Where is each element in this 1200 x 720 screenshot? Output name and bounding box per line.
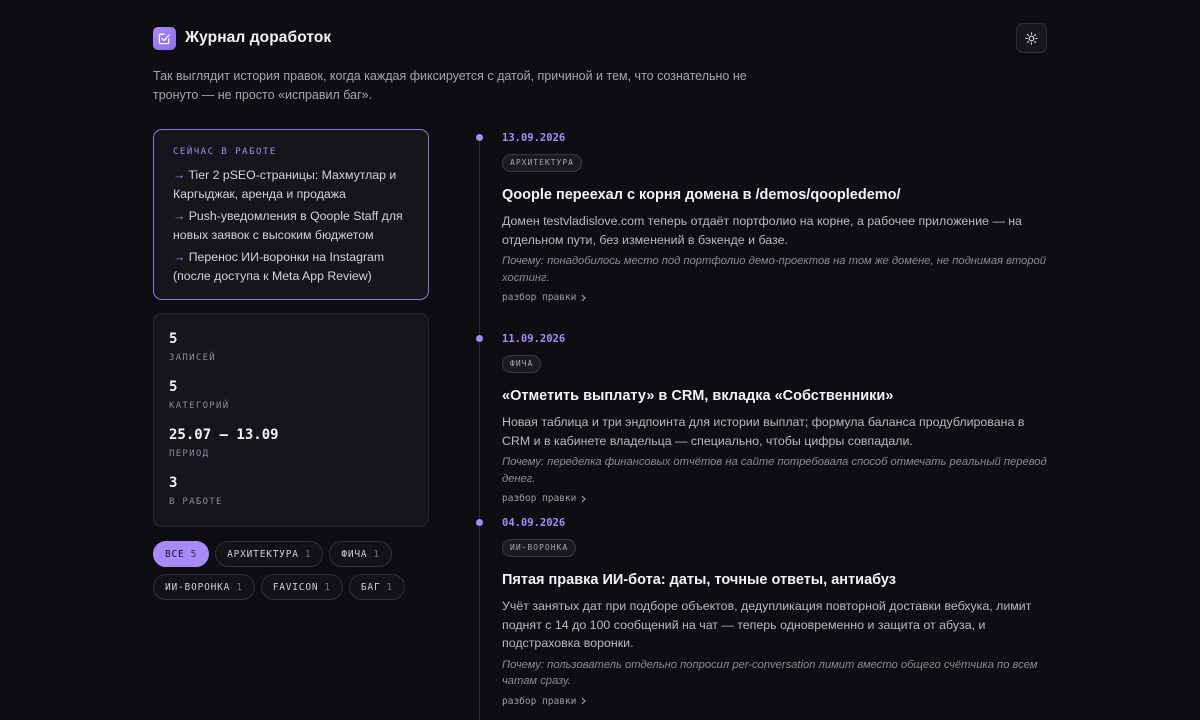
entry-tag: АРХИТЕКТУРА	[502, 154, 582, 172]
filter-count: 1	[324, 581, 331, 593]
stat-label: В РАБОТЕ	[169, 497, 223, 507]
timeline-dot	[476, 335, 483, 342]
filter-count: 1	[236, 581, 243, 593]
filter-chip-feature[interactable]: ФИЧА 1	[329, 541, 392, 567]
stat-label: ЗАПИСЕЙ	[169, 353, 217, 363]
in-progress-item: → Перенос ИИ-воронки на Instagram (после…	[173, 250, 385, 283]
entry-body: 04.09.2026 ИИ-ВОРОНКА Пятая правка ИИ-бо…	[502, 517, 1050, 709]
filter-chip-ai-funnel[interactable]: ИИ-ВОРОНКА 1	[153, 574, 255, 600]
entry-date: 13.09.2026	[502, 132, 566, 144]
intro-text: Так выглядит история правок, когда кажда…	[153, 69, 747, 102]
entry-title: Пятая правка ИИ-бота: даты, точные ответ…	[502, 572, 896, 588]
entry-details-link[interactable]: разбор правки	[502, 696, 587, 707]
stat-entries: 5 ЗАПИСЕЙ	[169, 330, 413, 363]
sun-icon	[1025, 31, 1038, 45]
page-title: Журнал доработок	[185, 29, 332, 46]
arrow-right-icon: →	[173, 168, 186, 182]
filter-chip-all[interactable]: ВСЕ 5	[153, 541, 210, 567]
entry-title: Qoople переехал с корня домена в /demos/…	[502, 187, 901, 203]
chevron-right-icon	[581, 697, 587, 705]
entry-date: 11.09.2026	[502, 333, 566, 345]
stat-period: 25.07 — 13.09 ПЕРИОД	[169, 426, 413, 459]
filter-chip-architecture[interactable]: АРХИТЕКТУРА 1	[215, 541, 324, 567]
stat-value: 5	[169, 331, 178, 347]
page: Журнал доработок Так выглядит история пр…	[0, 0, 1200, 720]
entry-reason: Почему: понадобилось место под портфолио…	[502, 255, 1046, 284]
entry-title: «Отметить выплату» в CRM, вкладка «Собст…	[502, 388, 894, 404]
stats-card: 5 ЗАПИСЕЙ 5 КАТЕГОРИЙ 25.07 — 13.09 ПЕРИ…	[153, 313, 429, 527]
entry-body: 11.09.2026 ФИЧА «Отметить выплату» в CRM…	[502, 333, 1050, 506]
in-progress-item: → Tier 2 pSEO-страницы: Махмутлар и Карг…	[173, 168, 397, 201]
filter-chip-bug[interactable]: БАГ 1	[348, 574, 405, 600]
entry-details-link[interactable]: разбор правки	[502, 292, 587, 303]
filter-chip-favicon[interactable]: FAVICON 1	[260, 574, 343, 600]
theme-toggle-button[interactable]	[1016, 23, 1047, 53]
in-progress-card: СЕЙЧАС В РАБОТЕ → Tier 2 pSEO-страницы: …	[153, 129, 429, 300]
arrow-right-icon: →	[173, 209, 186, 223]
stat-value: 5	[169, 379, 178, 395]
filter-count: 1	[373, 548, 380, 560]
entry-text: Домен testvladislove.com теперь отдаёт п…	[502, 214, 1022, 247]
chevron-right-icon	[581, 495, 587, 502]
stat-categories: 5 КАТЕГОРИЙ	[169, 378, 413, 411]
filter-count: 1	[304, 548, 312, 560]
filter-count: 5	[190, 548, 198, 560]
entry-text: Новая таблица и три эндпоинта для истори…	[502, 415, 1025, 448]
category-filters: ВСЕ 5 АРХИТЕКТУРА 1 ФИЧА 1 ИИ-ВОРОНКА 1 FAVI…	[153, 541, 429, 600]
entry-tag: ИИ-ВОРОНКА	[502, 539, 577, 557]
stat-in-progress: 3 В РАБОТЕ	[169, 474, 413, 507]
stat-value: 25.07 — 13.09	[169, 427, 279, 443]
filter-count: 1	[386, 581, 393, 593]
stat-value: 3	[169, 475, 178, 491]
timeline-dot	[476, 134, 483, 141]
entry-body: 13.09.2026 АРХИТЕКТУРА Qoople переехал с…	[502, 132, 1050, 305]
chevron-right-icon	[581, 294, 587, 301]
entry-details-link[interactable]: разбор правки	[502, 493, 587, 504]
entry-date: 04.09.2026	[502, 517, 566, 529]
checklist-edit-icon	[153, 26, 176, 50]
brand: Журнал доработок	[153, 26, 332, 50]
in-progress-item: → Push-уведомления в Qoople Staff для но…	[173, 209, 403, 242]
timeline-dot	[476, 519, 483, 526]
arrow-right-icon: →	[173, 250, 186, 264]
timeline-line	[479, 137, 480, 720]
entry-text: Учёт занятых дат при подборе объектов, д…	[502, 599, 1032, 650]
entry-tag: ФИЧА	[502, 355, 542, 373]
entry-reason: Почему: переделка финансовых отчётов на …	[502, 456, 1047, 485]
in-progress-title: СЕЙЧАС В РАБОТЕ	[173, 147, 277, 157]
stat-label: КАТЕГОРИЙ	[169, 401, 230, 411]
stat-label: ПЕРИОД	[169, 449, 210, 459]
entry-reason: Почему: пользователь отдельно попросил p…	[502, 658, 1038, 688]
header: Журнал доработок	[153, 23, 1047, 53]
